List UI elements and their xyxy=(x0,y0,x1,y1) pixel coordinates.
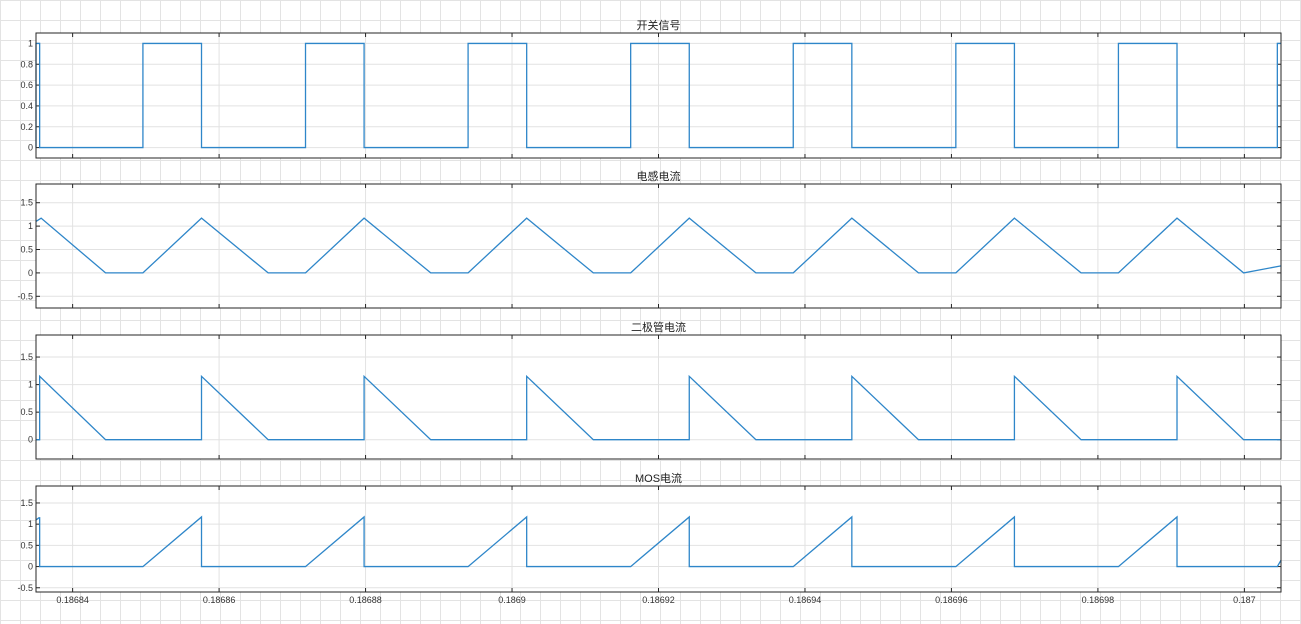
xtick-label: 0.187 xyxy=(1233,595,1256,605)
mos-ytick-label: 0 xyxy=(28,562,33,572)
diode-ytick-label: 0.5 xyxy=(20,407,33,417)
diode-ytick-label: 1 xyxy=(28,380,33,390)
switch-ytick-label: 0.2 xyxy=(20,122,33,132)
switch-ytick-label: 0.6 xyxy=(20,80,33,90)
figure: 0 0.2 0.4 0.6 0.8 1 开关信号 -0.5 0 0.5 1 1.5 电感电流 0 0.5 1 1… xyxy=(17,18,1282,605)
xtick-label: 0.18692 xyxy=(642,595,675,605)
diode-ytick-label: 1.5 xyxy=(20,352,33,362)
mos-title: MOS电流 xyxy=(635,471,682,485)
inductor-ytick-label: -0.5 xyxy=(17,291,33,301)
mos-ytick-label: -0.5 xyxy=(17,583,33,593)
xtick-label: 0.1869 xyxy=(498,595,526,605)
inductor-ytick-label: 0 xyxy=(28,268,33,278)
xtick-label: 0.18694 xyxy=(789,595,822,605)
mos-ytick-label: 0.5 xyxy=(20,540,33,550)
switch-ytick-label: 0.8 xyxy=(20,59,33,69)
xtick-label: 0.18696 xyxy=(935,595,968,605)
switch-title: 开关信号 xyxy=(637,18,681,32)
diode-ytick-label: 0 xyxy=(28,435,33,445)
switch-ytick-label: 0 xyxy=(28,143,33,153)
inductor-ytick-label: 0.5 xyxy=(20,245,33,255)
xtick-label: 0.18686 xyxy=(203,595,236,605)
xtick-label: 0.18688 xyxy=(349,595,382,605)
xtick-label: 0.18698 xyxy=(1082,595,1115,605)
inductor-ytick-label: 1.5 xyxy=(20,198,33,208)
mos-ytick-label: 1.5 xyxy=(20,498,33,508)
inductor-title: 电感电流 xyxy=(637,169,681,183)
xtick-label: 0.18684 xyxy=(56,595,89,605)
inductor-ytick-label: 1 xyxy=(28,221,33,231)
switch-ytick-label: 0.4 xyxy=(20,101,33,111)
diode-title: 二极管电流 xyxy=(631,320,686,334)
mos-ytick-label: 1 xyxy=(28,519,33,529)
switch-ytick-label: 1 xyxy=(28,38,33,48)
